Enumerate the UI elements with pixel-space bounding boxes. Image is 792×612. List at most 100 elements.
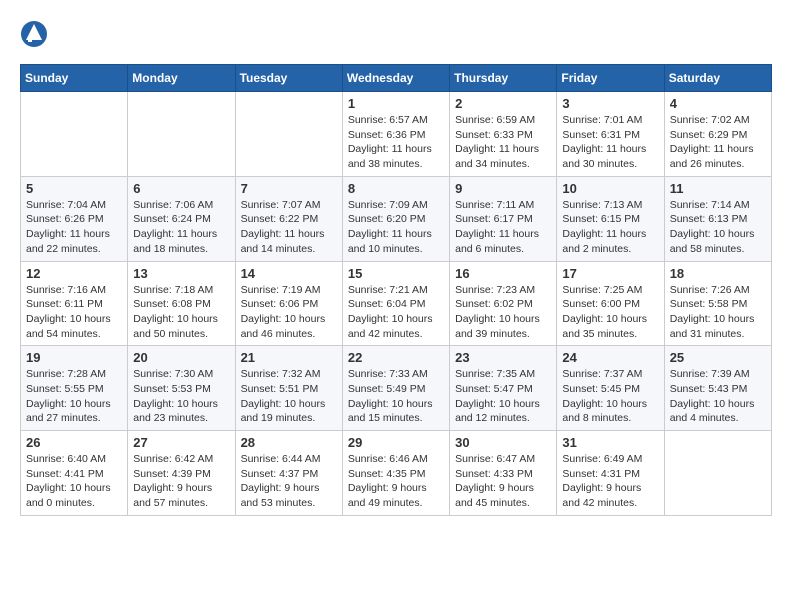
day-info: Sunrise: 7:30 AMSunset: 5:53 PMDaylight:… [133,367,229,426]
day-info: Sunrise: 7:19 AMSunset: 6:06 PMDaylight:… [241,283,337,342]
calendar-cell: 14 Sunrise: 7:19 AMSunset: 6:06 PMDayligh… [235,261,342,346]
day-number: 16 [455,266,551,281]
calendar-cell: 29Sunrise: 6:46 AMSunset: 4:35 PMDayligh… [342,431,449,516]
day-info: Sunrise: 7:16 AMSunset: 6:11 PMDaylight:… [26,283,122,342]
day-info: Sunrise: 7:02 AMSunset: 6:29 PMDaylight:… [670,113,766,172]
weekday-header-monday: Monday [128,65,235,92]
calendar-cell: 31Sunrise: 6:49 AMSunset: 4:31 PMDayligh… [557,431,664,516]
weekday-header-wednesday: Wednesday [342,65,449,92]
weekday-header-saturday: Saturday [664,65,771,92]
day-number: 2 [455,96,551,111]
day-info: Sunrise: 7:25 AMSunset: 6:00 PMDaylight:… [562,283,658,342]
day-number: 21 [241,350,337,365]
weekday-header-tuesday: Tuesday [235,65,342,92]
day-info: Sunrise: 7:28 AMSunset: 5:55 PMDaylight:… [26,367,122,426]
day-info: Sunrise: 6:44 AMSunset: 4:37 PMDaylight:… [241,452,337,511]
day-info: Sunrise: 7:32 AMSunset: 5:51 PMDaylight:… [241,367,337,426]
day-number: 7 [241,181,337,196]
day-info: Sunrise: 7:01 AMSunset: 6:31 PMDaylight:… [562,113,658,172]
calendar-cell: 18Sunrise: 7:26 AMSunset: 5:58 PMDayligh… [664,261,771,346]
day-info: Sunrise: 7:23 AMSunset: 6:02 PMDaylight:… [455,283,551,342]
day-number: 3 [562,96,658,111]
day-info: Sunrise: 7:18 AMSunset: 6:08 PMDaylight:… [133,283,229,342]
weekday-header-friday: Friday [557,65,664,92]
day-number: 28 [241,435,337,450]
day-number: 15 [348,266,444,281]
calendar-week-4: 19 Sunrise: 7:28 AMSunset: 5:55 PMDayligh… [21,346,772,431]
weekday-header-sunday: Sunday [21,65,128,92]
day-number: 4 [670,96,766,111]
calendar-cell: 24 Sunrise: 7:37 AMSunset: 5:45 PMDayligh… [557,346,664,431]
calendar-cell: 13 Sunrise: 7:18 AMSunset: 6:08 PMDayligh… [128,261,235,346]
calendar-cell [21,92,128,177]
calendar-cell: 12Sunrise: 7:16 AMSunset: 6:11 PMDayligh… [21,261,128,346]
calendar-cell: 27Sunrise: 6:42 AMSunset: 4:39 PMDayligh… [128,431,235,516]
calendar-week-2: 5 Sunrise: 7:04 AMSunset: 6:26 PMDaylight… [21,176,772,261]
calendar-cell: 8Sunrise: 7:09 AMSunset: 6:20 PMDaylight… [342,176,449,261]
calendar-cell: 7Sunrise: 7:07 AMSunset: 6:22 PMDaylight… [235,176,342,261]
day-info: Sunrise: 6:59 AMSunset: 6:33 PMDaylight:… [455,113,551,172]
weekday-row: SundayMondayTuesdayWednesdayThursdayFrid… [21,65,772,92]
day-info: Sunrise: 6:40 AMSunset: 4:41 PMDaylight:… [26,452,122,511]
calendar-cell: 1 Sunrise: 6:57 AMSunset: 6:36 PMDaylight… [342,92,449,177]
day-number: 13 [133,266,229,281]
day-info: Sunrise: 6:57 AMSunset: 6:36 PMDaylight:… [348,113,444,172]
day-number: 31 [562,435,658,450]
day-number: 19 [26,350,122,365]
day-number: 29 [348,435,444,450]
calendar-cell: 6 Sunrise: 7:06 AMSunset: 6:24 PMDaylight… [128,176,235,261]
calendar-week-1: 1 Sunrise: 6:57 AMSunset: 6:36 PMDaylight… [21,92,772,177]
calendar-cell: 30 Sunrise: 6:47 AMSunset: 4:33 PMDayligh… [450,431,557,516]
day-info: Sunrise: 7:06 AMSunset: 6:24 PMDaylight:… [133,198,229,257]
calendar-cell: 17 Sunrise: 7:25 AMSunset: 6:00 PMDayligh… [557,261,664,346]
logo [20,20,52,48]
day-number: 14 [241,266,337,281]
calendar-cell: 3 Sunrise: 7:01 AMSunset: 6:31 PMDaylight… [557,92,664,177]
day-info: Sunrise: 7:21 AMSunset: 6:04 PMDaylight:… [348,283,444,342]
calendar-cell: 23 Sunrise: 7:35 AMSunset: 5:47 PMDayligh… [450,346,557,431]
day-number: 6 [133,181,229,196]
day-number: 1 [348,96,444,111]
day-info: Sunrise: 7:11 AMSunset: 6:17 PMDaylight:… [455,198,551,257]
logo-icon [20,20,48,48]
day-number: 30 [455,435,551,450]
day-number: 5 [26,181,122,196]
day-number: 8 [348,181,444,196]
day-number: 11 [670,181,766,196]
calendar-cell: 11 Sunrise: 7:14 AMSunset: 6:13 PMDayligh… [664,176,771,261]
calendar-cell: 16 Sunrise: 7:23 AMSunset: 6:02 PMDayligh… [450,261,557,346]
calendar-cell: 28 Sunrise: 6:44 AMSunset: 4:37 PMDayligh… [235,431,342,516]
calendar-cell: 4 Sunrise: 7:02 AMSunset: 6:29 PMDaylight… [664,92,771,177]
day-number: 26 [26,435,122,450]
day-number: 17 [562,266,658,281]
day-number: 22 [348,350,444,365]
calendar-cell [235,92,342,177]
day-info: Sunrise: 7:37 AMSunset: 5:45 PMDaylight:… [562,367,658,426]
day-number: 23 [455,350,551,365]
calendar-cell [664,431,771,516]
calendar-week-5: 26 Sunrise: 6:40 AMSunset: 4:41 PMDayligh… [21,431,772,516]
day-number: 20 [133,350,229,365]
calendar-cell: 21 Sunrise: 7:32 AMSunset: 5:51 PMDayligh… [235,346,342,431]
day-number: 10 [562,181,658,196]
calendar-cell: 22 Sunrise: 7:33 AMSunset: 5:49 PMDayligh… [342,346,449,431]
day-info: Sunrise: 7:14 AMSunset: 6:13 PMDaylight:… [670,198,766,257]
day-info: Sunrise: 7:35 AMSunset: 5:47 PMDaylight:… [455,367,551,426]
calendar-cell: 9Sunrise: 7:11 AMSunset: 6:17 PMDaylight… [450,176,557,261]
calendar-cell: 19 Sunrise: 7:28 AMSunset: 5:55 PMDayligh… [21,346,128,431]
calendar-table: SundayMondayTuesdayWednesdayThursdayFrid… [20,64,772,516]
day-info: Sunrise: 7:33 AMSunset: 5:49 PMDaylight:… [348,367,444,426]
calendar-cell: 20 Sunrise: 7:30 AMSunset: 5:53 PMDayligh… [128,346,235,431]
calendar-cell: 10 Sunrise: 7:13 AMSunset: 6:15 PMDayligh… [557,176,664,261]
calendar-cell: 26 Sunrise: 6:40 AMSunset: 4:41 PMDayligh… [21,431,128,516]
day-info: Sunrise: 7:04 AMSunset: 6:26 PMDaylight:… [26,198,122,257]
day-info: Sunrise: 7:13 AMSunset: 6:15 PMDaylight:… [562,198,658,257]
header [20,20,772,48]
calendar-cell: 25Sunrise: 7:39 AMSunset: 5:43 PMDayligh… [664,346,771,431]
day-number: 24 [562,350,658,365]
day-info: Sunrise: 6:47 AMSunset: 4:33 PMDaylight:… [455,452,551,511]
calendar-cell: 2 Sunrise: 6:59 AMSunset: 6:33 PMDaylight… [450,92,557,177]
day-info: Sunrise: 7:26 AMSunset: 5:58 PMDaylight:… [670,283,766,342]
calendar-header: SundayMondayTuesdayWednesdayThursdayFrid… [21,65,772,92]
day-info: Sunrise: 6:42 AMSunset: 4:39 PMDaylight:… [133,452,229,511]
